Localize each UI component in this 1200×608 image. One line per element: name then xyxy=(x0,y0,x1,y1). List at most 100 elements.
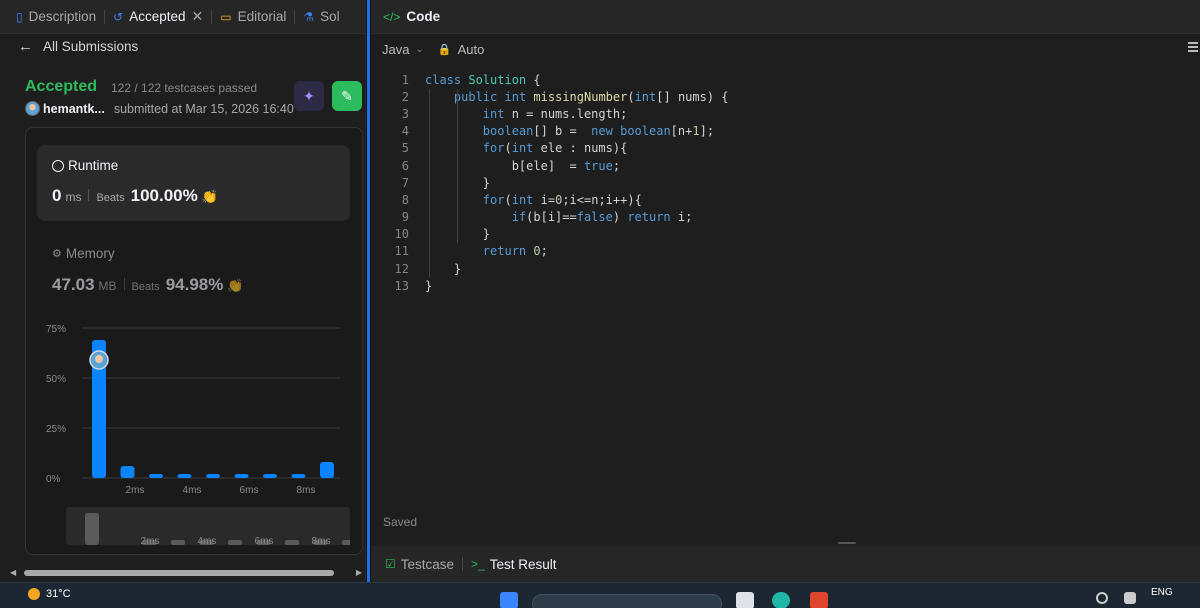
memory-value: 47.03 MB Beats 94.98% 👏 xyxy=(52,275,244,294)
line-number: 13 xyxy=(394,278,409,293)
terminal-icon: >_ xyxy=(471,557,485,571)
tab-editorial[interactable]: ▭ Editorial xyxy=(214,0,292,33)
chart-bar xyxy=(206,474,220,478)
code-line[interactable]: 3 int n = nums.length; xyxy=(371,105,1200,122)
taskbar-search[interactable] xyxy=(532,594,722,608)
chevron-down-icon[interactable]: ⌄ xyxy=(415,44,423,55)
mini-x-tick-label: 8ms xyxy=(312,536,331,545)
mini-bar xyxy=(342,540,356,545)
avatar[interactable] xyxy=(25,101,40,116)
document-icon: ▯ xyxy=(16,9,23,24)
code-line[interactable]: 6 b[ele] = true; xyxy=(371,157,1200,174)
code-line[interactable]: 4 boolean[] b = new boolean[n+1]; xyxy=(371,123,1200,140)
brave-icon[interactable] xyxy=(810,592,828,608)
chip-icon: ⚙ xyxy=(52,248,62,260)
chart-bar xyxy=(149,474,163,478)
code-line[interactable]: 2 public int missingNumber(int[] nums) { xyxy=(371,88,1200,105)
scroll-left-icon[interactable]: ◀ xyxy=(10,568,16,577)
tab-accepted[interactable]: ↺ Accepted ✕ xyxy=(107,0,209,33)
mini-bar xyxy=(285,540,299,545)
code-line[interactable]: 5 for(int ele : nums){ xyxy=(371,140,1200,157)
sun-icon xyxy=(28,588,40,600)
scroll-thumb[interactable] xyxy=(24,570,334,576)
menu-icon[interactable] xyxy=(1188,42,1198,52)
user-avatar-face xyxy=(95,355,103,363)
all-submissions-link[interactable]: ← All Submissions xyxy=(18,38,138,55)
code-editor[interactable]: 1 class Solution {2 public int missingNum… xyxy=(371,71,1200,294)
scroll-right-icon[interactable]: ▶ xyxy=(356,568,362,577)
x-tick-label: 8ms xyxy=(297,485,316,496)
code-line[interactable]: 13} xyxy=(371,277,1200,294)
code-line[interactable]: 1 class Solution { xyxy=(371,71,1200,88)
range-selector-svg: 2ms 4ms 6ms 8ms xyxy=(85,513,356,547)
mode-label[interactable]: Auto xyxy=(458,42,485,57)
testcases-passed: 122 / 122 testcases passed xyxy=(111,81,258,95)
line-number: 5 xyxy=(401,141,409,156)
edge-icon[interactable] xyxy=(772,592,790,608)
mini-x-tick-label: 6ms xyxy=(255,536,274,545)
runtime-value: 0 ms Beats 100.00% 👏 xyxy=(52,186,218,205)
x-tick-label: 6ms xyxy=(240,485,259,496)
code-text: int n = nums.length; xyxy=(482,106,628,121)
weather-widget[interactable]: 31°C xyxy=(28,588,71,600)
windows-taskbar: 31°C ENG xyxy=(0,582,1200,608)
code-icon: </> xyxy=(383,9,401,24)
console-tabs: ☑ Testcase >_ Test Result xyxy=(371,546,1200,582)
panel-resize-handle[interactable] xyxy=(367,0,370,582)
language-indicator[interactable]: ENG xyxy=(1151,587,1173,598)
line-number: 7 xyxy=(401,175,409,190)
tab-separator xyxy=(294,9,296,24)
resize-grip[interactable] xyxy=(838,542,856,544)
code-text: public int missingNumber(int[] nums) { xyxy=(453,89,729,104)
runtime-card[interactable] xyxy=(37,145,350,221)
history-icon: ↺ xyxy=(113,9,124,24)
language-select[interactable]: Java xyxy=(382,42,409,57)
runtime-distribution-chart: 75% 50% 25% 0% 2ms 4ms 6ms 8ms xyxy=(40,316,350,506)
tab-test-result[interactable]: >_ Test Result xyxy=(471,557,556,572)
code-line[interactable]: 8 for(int i=0;i<=n;i++){ xyxy=(371,191,1200,208)
code-line[interactable]: 11 return 0; xyxy=(371,243,1200,260)
left-tab-bar: ▯ Description ↺ Accepted ✕ ▭ Editorial ⚗… xyxy=(0,0,365,34)
sync-icon[interactable] xyxy=(1096,592,1108,604)
y-tick-label: 25% xyxy=(46,424,66,435)
windows-start-icon[interactable] xyxy=(500,592,518,608)
chart-bar xyxy=(291,474,306,478)
code-line[interactable]: 10 } xyxy=(371,226,1200,243)
analyze-button[interactable]: ✦ xyxy=(294,81,324,111)
status-accepted: Accepted xyxy=(25,78,98,95)
line-number: 6 xyxy=(401,158,409,173)
submission-panel: ▯ Description ↺ Accepted ✕ ▭ Editorial ⚗… xyxy=(0,0,366,582)
code-line[interactable]: 9 if(b[i]==false) return i; xyxy=(371,209,1200,226)
notes-icon[interactable] xyxy=(1124,592,1136,604)
chart-bar xyxy=(234,474,249,478)
console-panel: ☑ Testcase >_ Test Result xyxy=(371,540,1200,582)
tab-description[interactable]: ▯ Description xyxy=(10,0,102,33)
tab-solutions[interactable]: ⚗ Sol xyxy=(297,0,345,33)
mini-x-tick-label: 4ms xyxy=(198,536,217,545)
line-number: 3 xyxy=(401,106,409,121)
indent-guide xyxy=(429,89,430,277)
line-number: 12 xyxy=(394,261,409,276)
tab-separator xyxy=(104,9,106,24)
clock-icon xyxy=(52,159,64,172)
y-tick-label: 75% xyxy=(46,324,66,335)
chart-bar xyxy=(320,462,334,478)
tab-testcase[interactable]: ☑ Testcase xyxy=(385,557,454,572)
mini-bar xyxy=(85,513,99,545)
file-explorer-icon[interactable] xyxy=(736,592,754,608)
memory-label[interactable]: ⚙ Memory xyxy=(52,246,115,261)
horizontal-scrollbar[interactable]: ◀ ▶ xyxy=(10,568,362,578)
submission-meta: hemantk... submitted at Mar 15, 2026 16:… xyxy=(25,101,294,116)
chart-svg: 75% 50% 25% 0% 2ms 4ms 6ms 8ms xyxy=(46,324,340,496)
line-number: 9 xyxy=(401,210,409,225)
code-text: b[ele] = true; xyxy=(425,158,621,173)
range-selector[interactable]: 2ms 4ms 6ms 8ms xyxy=(66,507,356,547)
code-line[interactable]: 12 } xyxy=(371,260,1200,277)
close-icon[interactable]: ✕ xyxy=(192,8,204,25)
code-text: if(b[i]==false) return i; xyxy=(511,210,693,225)
flask-icon: ⚗ xyxy=(303,9,315,24)
line-number: 8 xyxy=(401,192,409,207)
username[interactable]: hemantk... xyxy=(43,102,105,116)
code-line[interactable]: 7 } xyxy=(371,174,1200,191)
edit-notes-button[interactable]: ✎ xyxy=(332,81,362,111)
